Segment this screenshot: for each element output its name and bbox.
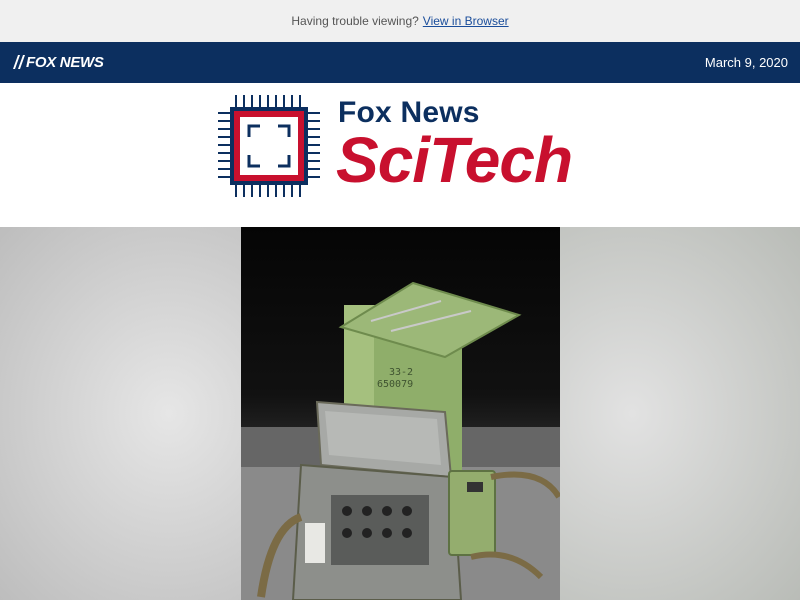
top-bar: FOX NEWS March 9, 2020 xyxy=(0,42,800,83)
radio-case xyxy=(291,400,463,600)
brand-scitech: SciTech xyxy=(336,124,573,196)
preheader: Having trouble viewing? View in Browser xyxy=(0,0,800,42)
fox-news-logo[interactable]: FOX NEWS xyxy=(12,53,104,71)
issue-date: March 9, 2020 xyxy=(704,55,788,70)
hero-image[interactable]: 33-2 650079 xyxy=(0,227,800,600)
fox-logo-icon xyxy=(13,55,25,69)
photo-icon: 33-2 650079 xyxy=(241,227,562,600)
chip-icon xyxy=(218,95,320,197)
hero-blur-right xyxy=(560,227,800,600)
logo-text: FOX NEWS xyxy=(26,53,104,71)
svg-text:650079: 650079 xyxy=(377,379,413,390)
hero-blur-left xyxy=(0,227,241,600)
view-in-browser-link[interactable]: View in Browser xyxy=(423,14,509,28)
preheader-text: Having trouble viewing? xyxy=(291,14,419,28)
svg-text:33-2: 33-2 xyxy=(389,367,413,378)
